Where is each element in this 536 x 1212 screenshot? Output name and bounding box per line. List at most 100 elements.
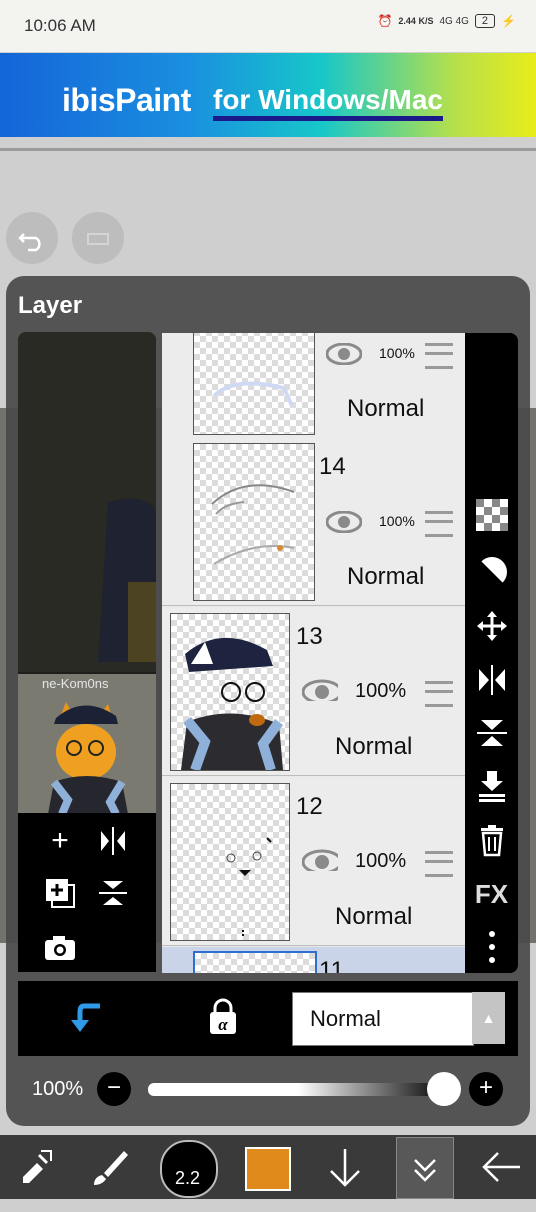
down-arrow-button[interactable] (310, 1135, 380, 1199)
blend-mode-value: Normal (310, 1006, 381, 1031)
layer-blend-mode: Normal (347, 395, 425, 422)
layer-list[interactable]: 100% Normal 14 100% Normal 13 100% Norma… (162, 333, 465, 973)
flip-horizontal-icon (101, 827, 125, 855)
back-button[interactable] (466, 1135, 536, 1199)
layer-row[interactable]: 12 100% Normal (162, 777, 465, 946)
network-speed: 2.44 K/S (398, 16, 434, 26)
preview-art-caption: ne-Kom0ns (42, 676, 109, 691)
layer-number: 11 (319, 957, 344, 973)
layer-opacity: 100% (355, 680, 407, 702)
more-options-button[interactable] (465, 929, 518, 972)
clipping-arrow-icon (71, 1003, 100, 1032)
divider (0, 148, 536, 151)
opacity-increase-button[interactable]: + (469, 1072, 503, 1106)
back-arrow-icon (482, 1152, 520, 1182)
alpha-lock-button[interactable]: α (205, 998, 241, 1043)
layer-row[interactable]: 100% Normal (162, 333, 465, 438)
flip-horizontal-icon (478, 665, 505, 695)
down-arrow-icon (330, 1149, 360, 1187)
layer-thumbnail (170, 783, 290, 941)
opacity-value: 100% (32, 1078, 84, 1100)
layer-panel-toggle-button[interactable] (396, 1137, 454, 1199)
signal-label: 4G 4G (439, 15, 469, 27)
banner-brand: ibisPaint (62, 82, 191, 118)
merge-down-button[interactable] (465, 769, 518, 810)
layer-number: 13 (296, 623, 323, 650)
tool-switch-button[interactable] (0, 1135, 70, 1199)
drag-handle-icon[interactable] (425, 343, 453, 369)
layer-art (212, 381, 294, 407)
trash-icon (480, 825, 503, 857)
delete-layer-button[interactable] (465, 823, 518, 864)
half-circle-icon (475, 557, 507, 588)
battery-indicator: 2 (474, 14, 496, 28)
layer-thumbnail (170, 613, 290, 772)
redo-icon (87, 233, 109, 245)
layer-thumbnail (193, 951, 317, 973)
transparency-button[interactable] (465, 499, 518, 538)
visibility-eye-icon[interactable] (326, 343, 362, 365)
status-indicators: ⏰ 2.44 K/S 4G 4G 2 ⚡ (377, 14, 516, 28)
flip-horizontal-button[interactable] (93, 821, 133, 861)
layer-art (211, 484, 295, 565)
opacity-slider-knob[interactable] (427, 1072, 461, 1106)
preview-tools (18, 813, 156, 972)
drag-handle-icon[interactable] (425, 511, 453, 537)
brush-tool-button[interactable] (75, 1135, 145, 1199)
flip-layer-vertical-button[interactable] (465, 716, 518, 757)
brush-icon (94, 1151, 128, 1185)
svg-text:α: α (218, 1015, 228, 1034)
opacity-slider-track[interactable] (148, 1083, 448, 1096)
redo-button[interactable] (72, 212, 124, 264)
duplicate-layer-icon (46, 879, 75, 908)
layer-thumbnail (193, 333, 315, 435)
merge-down-icon (478, 771, 505, 802)
layer-blend-mode: Normal (347, 563, 425, 590)
camera-button[interactable] (40, 928, 80, 968)
cat-character-art (18, 674, 156, 816)
opacity-decrease-button[interactable]: − (97, 1072, 131, 1106)
flip-vertical-button[interactable] (93, 873, 133, 913)
charging-icon: ⚡ (501, 14, 516, 28)
layer-row[interactable]: 14 100% Normal (162, 437, 465, 606)
flip-layer-horizontal-button[interactable] (465, 663, 518, 704)
visibility-eye-icon[interactable] (302, 849, 338, 871)
layer-thumbnail (193, 443, 315, 601)
brush-size-value: 2.2 (175, 1168, 201, 1188)
layer-row-selected[interactable]: 11 (162, 947, 465, 973)
fx-button[interactable]: FX (465, 879, 518, 910)
layer-number: 12 (296, 793, 323, 820)
flip-vertical-icon (476, 720, 507, 746)
layer-tools-bar: FX (465, 333, 518, 973)
status-time: 10:06 AM (24, 16, 96, 35)
undo-button[interactable] (6, 212, 58, 264)
layer-opacity: 100% (379, 345, 415, 361)
undo-icon (18, 233, 41, 252)
color-swatch[interactable] (245, 1147, 291, 1191)
layer-number: 14 (319, 453, 346, 480)
alarm-icon: ⏰ (377, 14, 393, 28)
layer-blend-mode: Normal (335, 903, 413, 930)
layer-opacity: 100% (355, 850, 407, 872)
checkerboard-icon (475, 499, 508, 531)
visibility-eye-icon[interactable] (302, 679, 338, 701)
preview-background-art (18, 332, 156, 672)
layer-row[interactable]: 13 100% Normal (162, 607, 465, 776)
duplicate-layer-button[interactable] (40, 873, 80, 913)
camera-icon (45, 936, 75, 960)
layer-art (226, 837, 272, 938)
preview-thumbnail[interactable] (18, 674, 156, 816)
visibility-eye-icon[interactable] (326, 511, 362, 533)
drag-handle-icon[interactable] (425, 681, 453, 707)
move-button[interactable] (465, 609, 518, 650)
add-layer-button[interactable]: + (40, 821, 80, 861)
clipping-button[interactable] (68, 998, 104, 1043)
alpha-lock-icon: α (210, 998, 236, 1034)
blend-mode-dropdown-icon[interactable]: ▲ (472, 992, 505, 1044)
layer-blend-mode: Normal (335, 733, 413, 760)
adjust-button[interactable] (465, 555, 518, 596)
vertical-dots-icon (488, 931, 495, 963)
panel-title: Layer (18, 292, 83, 319)
layer-art (181, 637, 284, 772)
drag-handle-icon[interactable] (425, 851, 453, 877)
